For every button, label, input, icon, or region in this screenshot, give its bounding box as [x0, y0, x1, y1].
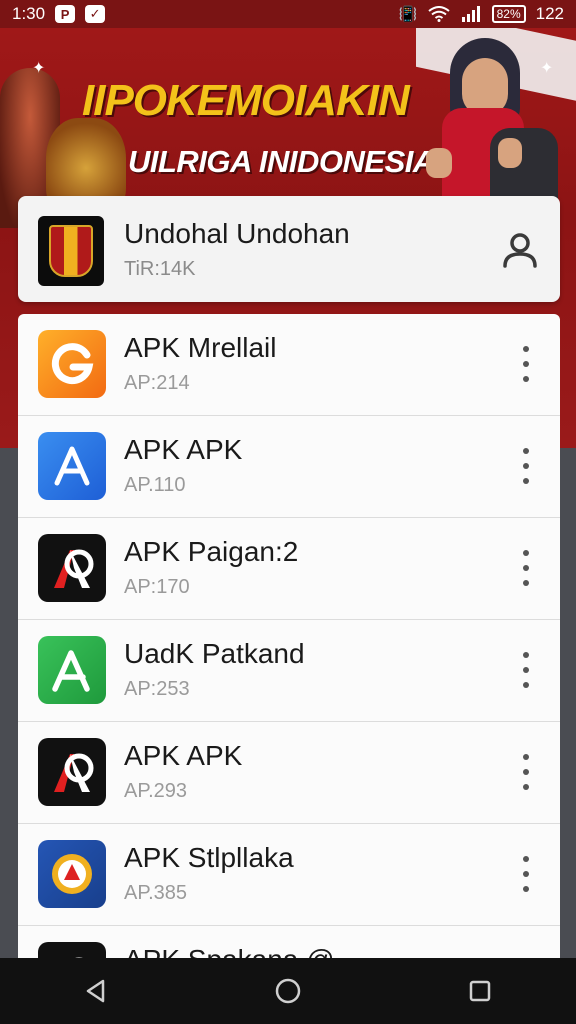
sparkle-icon: ✦ [32, 60, 46, 77]
user-icon[interactable] [500, 230, 540, 270]
app-subtitle: AP.385 [124, 882, 188, 904]
home-icon [275, 978, 301, 1004]
recents-button[interactable] [460, 971, 500, 1011]
featured-app-logo [38, 216, 104, 286]
status-time: 1:30 [12, 4, 46, 23]
app-name: UadK Patkand [124, 638, 305, 669]
app-name: APK APK [124, 740, 243, 771]
battery-icon: 82% [491, 5, 526, 23]
more-options-icon[interactable] [516, 346, 536, 382]
signal-icon [461, 6, 480, 22]
black-red-a-logo-icon [38, 534, 106, 602]
shield-notification-icon: ✓ [85, 5, 106, 23]
app-list: APK Mrellail AP:214 APK APK AP.110 APK P… [18, 314, 560, 1014]
status-right-text: 122 [535, 4, 564, 23]
wifi-icon [427, 6, 450, 22]
featured-app-subtitle: TiR:14K [124, 258, 196, 280]
more-options-icon[interactable] [516, 754, 536, 790]
more-options-icon[interactable] [516, 550, 536, 586]
vibrate-icon: 📳 [398, 6, 418, 23]
orange-g-logo-icon [38, 330, 106, 398]
list-item[interactable]: UadK Patkand AP:253 [18, 620, 560, 722]
banner-subtitle: UILRIGA INIDONESIAI [128, 144, 443, 179]
featured-app-title: Undohal Undohan [124, 218, 350, 249]
banner-title: IIPOKEMOIAKIN [82, 76, 410, 125]
black-red-a-logo-icon [38, 738, 106, 806]
app-name: APK APK [124, 434, 243, 465]
more-options-icon[interactable] [516, 652, 536, 688]
app-name: APK Stlpllaka [124, 842, 294, 873]
app-name: APK Mrellail [124, 332, 277, 363]
more-options-icon[interactable] [516, 448, 536, 484]
home-button[interactable] [268, 971, 308, 1011]
blue-a-logo-icon [38, 432, 106, 500]
app-subtitle: AP.293 [124, 780, 188, 802]
presenter-photo [420, 38, 560, 218]
system-nav-bar [0, 958, 576, 1024]
featured-app-card[interactable]: Undohal Undohan TiR:14K [18, 196, 560, 302]
green-a-logo-icon [38, 636, 106, 704]
app-subtitle: AP:214 [124, 372, 190, 394]
recents-icon [469, 980, 491, 1002]
app-name: APK Paigan:2 [124, 536, 299, 567]
app-subtitle: AP.110 [124, 474, 186, 496]
back-icon [86, 979, 105, 1003]
app-subtitle: AP:253 [124, 678, 190, 700]
emblem-logo-icon [38, 840, 106, 908]
back-button[interactable] [76, 971, 116, 1011]
list-item[interactable]: APK APK AP.110 [18, 416, 560, 518]
app-subtitle: AP:170 [124, 576, 190, 598]
list-item[interactable]: APK Paigan:2 AP:170 [18, 518, 560, 620]
list-item[interactable]: APK Mrellail AP:214 [18, 314, 560, 416]
list-item[interactable]: APK Stlpllaka AP.385 [18, 824, 560, 926]
parking-notification-icon: P [55, 5, 76, 23]
status-bar: 1:30 P ✓ 📳 82% 122 [0, 0, 576, 28]
more-options-icon[interactable] [516, 856, 536, 892]
list-item[interactable]: APK APK AP.293 [18, 722, 560, 824]
